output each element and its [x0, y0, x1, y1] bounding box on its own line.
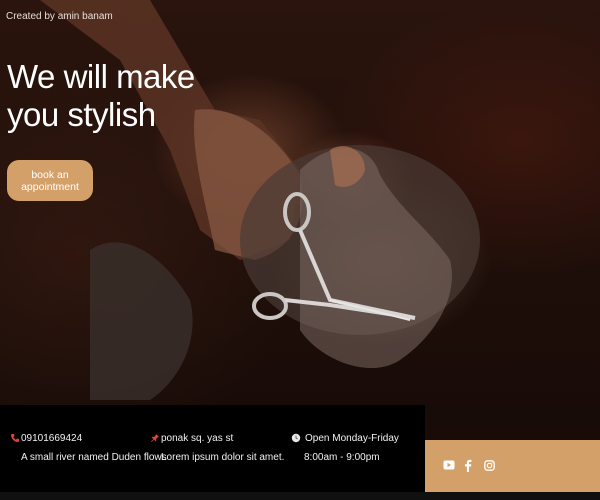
- phone-description: A small river named Duden flows: [21, 452, 167, 463]
- address-description: Lorem ipsum dolor sit amet.: [161, 452, 285, 463]
- bottom-strip: [0, 492, 600, 500]
- hero-headline: We will make you stylish: [7, 58, 195, 133]
- phone-number[interactable]: 09101669424: [21, 433, 82, 444]
- hours-title: Open Monday-Friday: [305, 432, 399, 444]
- hours-info: Open Monday-Friday 8:00am - 9:00pm: [291, 431, 399, 463]
- phone-info: 09101669424 A small river named Duden fl…: [10, 431, 167, 463]
- address-text: ponak sq. yas st: [161, 432, 234, 444]
- social-bar: [425, 440, 600, 492]
- address-info: ponak sq. yas st Lorem ipsum dolor sit a…: [150, 431, 284, 463]
- clock-icon: [291, 433, 301, 443]
- pin-icon: [150, 433, 160, 443]
- book-appointment-button[interactable]: book an appointment: [7, 160, 93, 201]
- instagram-icon[interactable]: [482, 458, 496, 472]
- author-credit: Created by amin banam: [6, 11, 113, 22]
- facebook-icon[interactable]: [461, 458, 475, 472]
- phone-icon: [10, 433, 20, 443]
- youtube-icon[interactable]: [442, 458, 456, 472]
- hours-text: 8:00am - 9:00pm: [304, 452, 380, 463]
- contact-info-bar: 09101669424 A small river named Duden fl…: [0, 405, 425, 500]
